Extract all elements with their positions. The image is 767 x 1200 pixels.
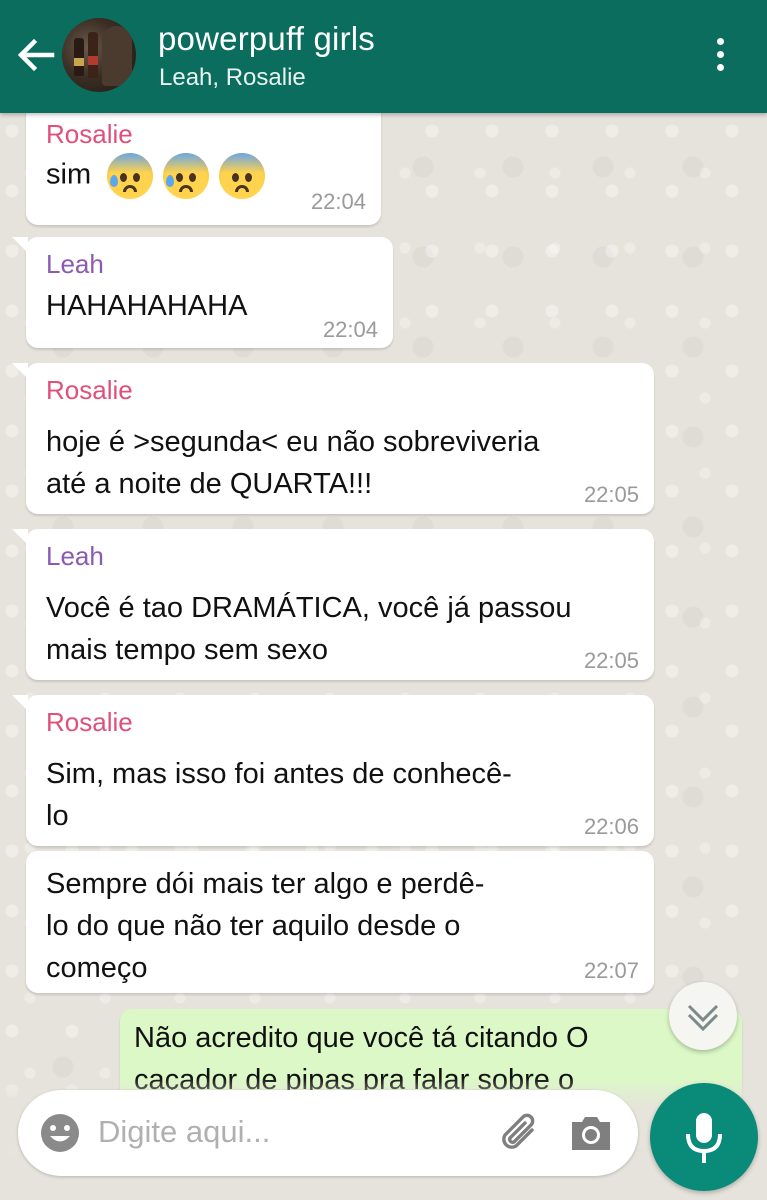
message-text: Sim, mas isso foi antes de conhecê- lo xyxy=(46,753,512,837)
more-options-button[interactable] xyxy=(708,34,732,78)
message-text: hoje é >segunda< eu não sobreviveria até… xyxy=(46,421,539,505)
group-avatar[interactable] xyxy=(62,18,136,92)
message-time: 22:07 xyxy=(583,958,639,983)
message-text: Você é tao DRAMÁTICA, você já passou mai… xyxy=(46,587,571,671)
message-line: até a noite de QUARTA!!! xyxy=(46,468,373,500)
attach-button[interactable] xyxy=(496,1108,544,1158)
message-time: 22:04 xyxy=(322,317,378,342)
chat-title[interactable]: powerpuff girls xyxy=(158,20,375,58)
chevron-double-down-icon xyxy=(687,1004,719,1032)
message-bubble[interactable]: Rosalie sim 22:04 xyxy=(26,113,381,225)
message-time: 22:04 xyxy=(310,189,366,214)
message-time: 22:05 xyxy=(583,648,639,673)
message-sender: Rosalie xyxy=(46,375,133,405)
message-text: HAHAHAHAHA xyxy=(46,290,248,322)
message-list[interactable]: Rosalie sim 22:04 Leah HAHAHAHAHA 22:04 … xyxy=(0,113,767,1200)
message-text-content: sim xyxy=(46,158,92,191)
camera-button[interactable] xyxy=(568,1110,614,1156)
anxious-face-emoji-icon xyxy=(163,153,210,199)
camera-icon xyxy=(572,1117,610,1150)
message-bubble[interactable]: Rosalie hoje é >segunda< eu não sobreviv… xyxy=(12,363,654,514)
emoji-icon xyxy=(41,1114,79,1152)
message-line: Não acredito que você tá citando O xyxy=(134,1022,589,1054)
mic-icon xyxy=(686,1113,722,1163)
message-sender: Leah xyxy=(46,541,104,571)
message-line: mais tempo sem sexo xyxy=(46,634,329,666)
message-input-bar: Digite aqui... xyxy=(18,1090,638,1176)
message-line: Sempre dói mais ter algo e perdê- xyxy=(46,868,485,900)
message-bubble[interactable]: Leah Você é tao DRAMÁTICA, você já passo… xyxy=(12,529,654,680)
message-line: lo xyxy=(46,800,69,832)
message-sender: Leah xyxy=(46,249,104,279)
message-bubble[interactable]: Rosalie Sim, mas isso foi antes de conhe… xyxy=(12,695,654,846)
message-line: começo xyxy=(46,952,148,984)
message-line: hoje é >segunda< eu não sobreviveria xyxy=(46,426,540,458)
message-input[interactable]: Digite aqui... xyxy=(98,1114,270,1150)
voice-record-button[interactable] xyxy=(650,1083,758,1191)
chat-participants[interactable]: Leah, Rosalie xyxy=(159,64,306,92)
arrow-left-icon xyxy=(17,38,55,72)
paperclip-icon xyxy=(502,1113,535,1149)
message-text: sim xyxy=(46,153,266,199)
message-line: Sim, mas isso foi antes de conhecê- xyxy=(46,758,512,790)
message-bubble[interactable]: Sempre dói mais ter algo e perdê- lo do … xyxy=(26,851,654,993)
message-text: Sempre dói mais ter algo e perdê- lo do … xyxy=(46,863,484,989)
anxious-face-emoji-icon xyxy=(107,153,154,199)
message-line: lo do que não ter aquilo desde o xyxy=(46,910,461,942)
more-vert-icon xyxy=(708,38,732,71)
chat-header: powerpuff girls Leah, Rosalie xyxy=(0,0,767,113)
anxious-face-emoji-icon xyxy=(219,153,266,199)
message-bubble[interactable]: Leah HAHAHAHAHA 22:04 xyxy=(12,237,393,348)
message-sender: Rosalie xyxy=(46,707,133,737)
message-line: Você é tao DRAMÁTICA, você já passou xyxy=(46,592,572,624)
emoji-button[interactable] xyxy=(38,1111,82,1155)
back-button[interactable] xyxy=(14,33,58,77)
message-sender: Rosalie xyxy=(46,119,133,149)
message-time: 22:06 xyxy=(583,814,639,839)
message-time: 22:05 xyxy=(583,482,639,507)
scroll-to-bottom-button[interactable] xyxy=(669,982,737,1050)
